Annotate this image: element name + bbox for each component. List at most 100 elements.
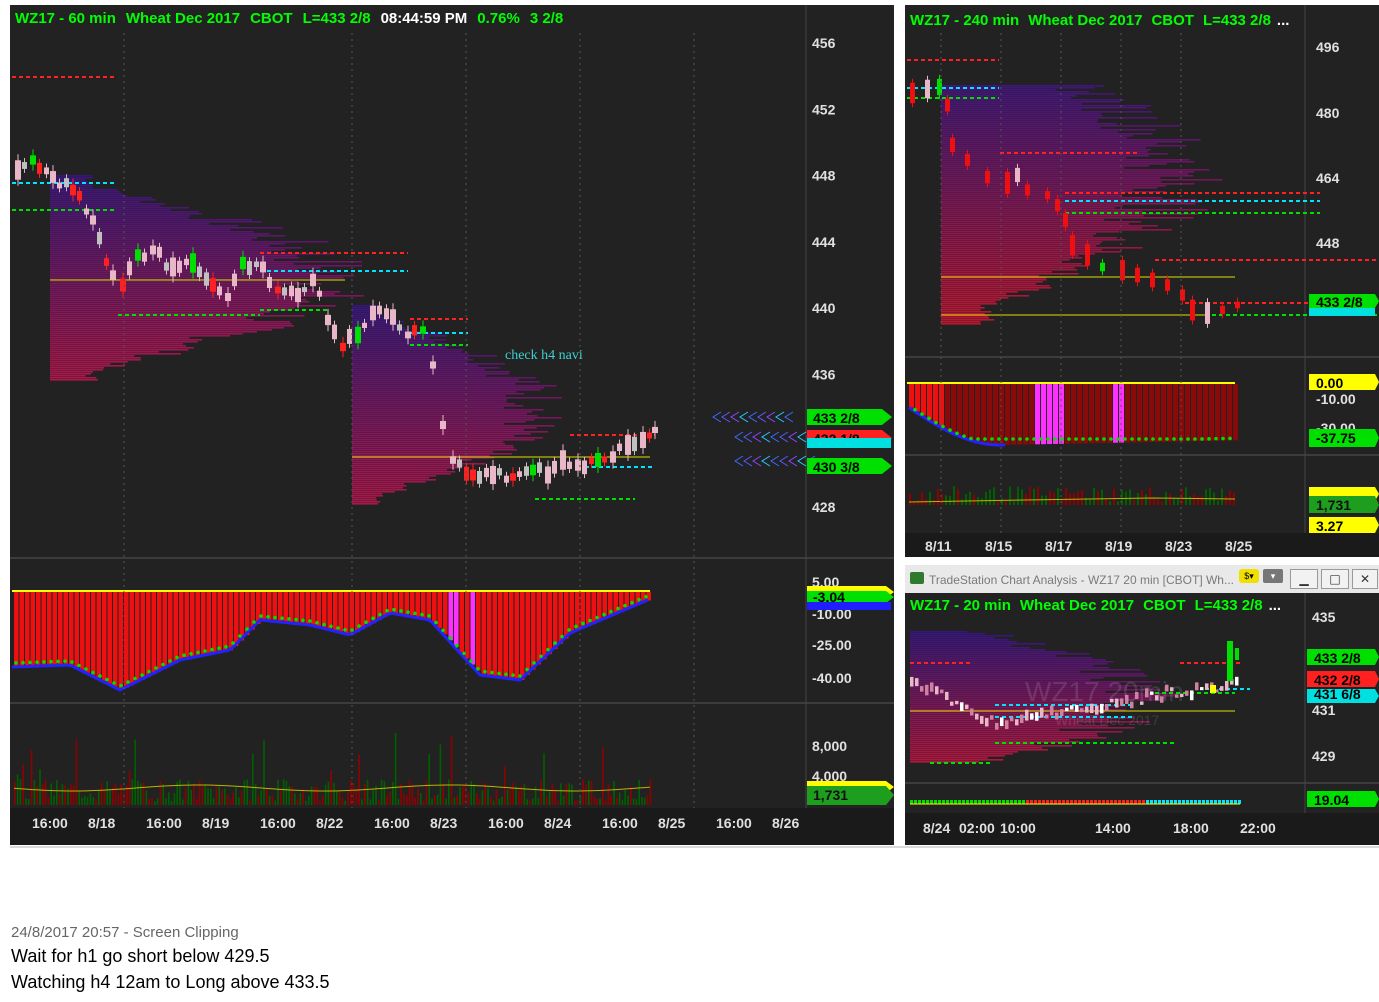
volume-bar bbox=[344, 800, 346, 805]
osc-bar bbox=[1082, 800, 1085, 804]
minimize-button[interactable]: ▁ bbox=[1290, 569, 1318, 589]
volume-profile-bar bbox=[352, 449, 517, 451]
volume-bar bbox=[154, 800, 156, 805]
osc-dot bbox=[119, 683, 123, 688]
time-axis-label: 8/15 bbox=[985, 538, 1012, 554]
osc-bar bbox=[926, 800, 929, 804]
volume-bar bbox=[19, 779, 22, 805]
volume-profile-bar bbox=[941, 149, 1151, 151]
volume-bar bbox=[1205, 489, 1207, 505]
candle bbox=[477, 470, 482, 484]
osc-bar bbox=[327, 592, 332, 630]
candle bbox=[1045, 714, 1049, 719]
volume-bar bbox=[621, 800, 624, 805]
osc-bar bbox=[322, 592, 327, 628]
osc-bar bbox=[470, 592, 475, 665]
volume-bar bbox=[512, 782, 514, 805]
osc-dot bbox=[483, 669, 487, 674]
h4-vol-tag: 3.27 bbox=[1316, 518, 1343, 534]
volume-profile-bar bbox=[941, 109, 1082, 111]
maximize-button[interactable]: □ bbox=[1321, 569, 1349, 589]
candle bbox=[282, 287, 287, 296]
candle bbox=[1210, 685, 1216, 693]
volume-bar bbox=[330, 770, 332, 805]
candle bbox=[1120, 260, 1125, 280]
osc-bar bbox=[36, 592, 41, 667]
chart-60min-canvas[interactable]: WZ17 - 60 min Wheat Dec 2017 CBOT L=433 2/8… bbox=[10, 5, 894, 845]
chart-20min-canvas[interactable]: WZ17 20min Wheat Dec 2017 WZ17 - 20 min W… bbox=[905, 593, 1379, 845]
volume-bar bbox=[322, 795, 324, 805]
osc-dot bbox=[35, 660, 39, 664]
osc-bar bbox=[998, 800, 1001, 804]
volume-bar bbox=[537, 798, 540, 805]
volume-bar bbox=[917, 500, 919, 505]
chart-20min-watermark-sub: Wheat Dec 2017 bbox=[1055, 712, 1159, 728]
candle bbox=[240, 256, 246, 270]
volume-bar bbox=[1105, 499, 1107, 505]
osc-dot bbox=[1144, 437, 1148, 441]
volume-bar bbox=[632, 798, 635, 805]
osc-dot bbox=[413, 611, 417, 616]
volume-profile-bar bbox=[50, 341, 198, 343]
osc-bar bbox=[151, 592, 156, 675]
chart-240min-canvas[interactable]: WZ17 - 240 min Wheat Dec 2017 CBOT L=433 2/… bbox=[905, 5, 1379, 557]
volume-bar bbox=[1189, 496, 1191, 505]
volume-bar bbox=[1037, 487, 1039, 505]
volume-profile-bar bbox=[941, 93, 1116, 95]
volume-profile-bar bbox=[352, 461, 451, 463]
osc-bar bbox=[1078, 800, 1081, 804]
close-button[interactable]: ✕ bbox=[1352, 569, 1378, 589]
osc-bar bbox=[498, 592, 503, 678]
osc-dot bbox=[553, 641, 557, 645]
volume-bar bbox=[1017, 486, 1019, 505]
volume-bar bbox=[1045, 495, 1047, 505]
chart-240min[interactable]: WZ17 - 240 min Wheat Dec 2017 CBOT L=433 2/… bbox=[905, 5, 1379, 557]
tradestation-window-titlebar[interactable]: TradeStation Chart Analysis - WZ17 20 mi… bbox=[905, 565, 1379, 593]
candle bbox=[965, 153, 970, 167]
volume-bar bbox=[616, 797, 618, 805]
volume-profile-bar bbox=[941, 171, 1195, 173]
candle bbox=[170, 257, 176, 277]
note-line-2: Watching h4 12am to Long above 433.5 bbox=[11, 972, 330, 992]
volume-profile-bar bbox=[50, 331, 258, 333]
osc-dot bbox=[1011, 437, 1015, 441]
osc-bar bbox=[1066, 800, 1069, 804]
projection-arrow bbox=[775, 411, 785, 423]
osc-bar bbox=[432, 592, 437, 623]
volume-bar bbox=[1177, 498, 1179, 505]
volume-bar bbox=[1229, 490, 1231, 505]
chart-20min[interactable]: WZ17 20min Wheat Dec 2017 WZ17 - 20 min W… bbox=[905, 593, 1379, 845]
volume-profile-bar bbox=[941, 243, 1101, 245]
candle bbox=[1005, 172, 1010, 194]
candle bbox=[90, 215, 96, 225]
m20-price-label: 429 bbox=[1312, 748, 1336, 764]
volume-profile-bar bbox=[50, 321, 291, 323]
time-axis-label: 8/25 bbox=[658, 815, 685, 831]
candle bbox=[157, 246, 162, 258]
volume-profile-bar bbox=[910, 645, 1012, 647]
volume-bar bbox=[1065, 487, 1067, 505]
volume-profile-bar bbox=[352, 369, 486, 371]
volume-bar bbox=[252, 753, 254, 805]
volume-bar bbox=[310, 786, 313, 805]
osc-dot bbox=[927, 416, 931, 421]
candle bbox=[530, 464, 536, 476]
volume-profile-bar bbox=[50, 247, 303, 249]
time-axis-label: 16:00 bbox=[260, 815, 296, 831]
volume-profile-bar bbox=[50, 275, 355, 277]
volume-profile-bar bbox=[941, 313, 985, 315]
volume-profile-bar bbox=[352, 367, 500, 369]
osc-bar bbox=[974, 800, 977, 804]
candle bbox=[1070, 705, 1074, 710]
volume-profile-bar bbox=[941, 241, 1103, 243]
volume-profile-bar bbox=[941, 143, 1157, 145]
volume-profile-bar bbox=[50, 353, 181, 355]
chart-20min-instrument: Wheat Dec 2017 bbox=[1020, 597, 1134, 614]
symbol-link-icon[interactable]: $▾ bbox=[1239, 569, 1259, 583]
volume-bar bbox=[1057, 488, 1059, 505]
volume-profile-bar bbox=[941, 97, 1071, 99]
window-menu-icon[interactable]: ▾ bbox=[1263, 569, 1283, 583]
candle bbox=[347, 328, 352, 344]
osc-bar bbox=[954, 800, 957, 804]
chart-60min[interactable]: WZ17 - 60 min Wheat Dec 2017 CBOT L=433 2/8… bbox=[10, 5, 894, 845]
